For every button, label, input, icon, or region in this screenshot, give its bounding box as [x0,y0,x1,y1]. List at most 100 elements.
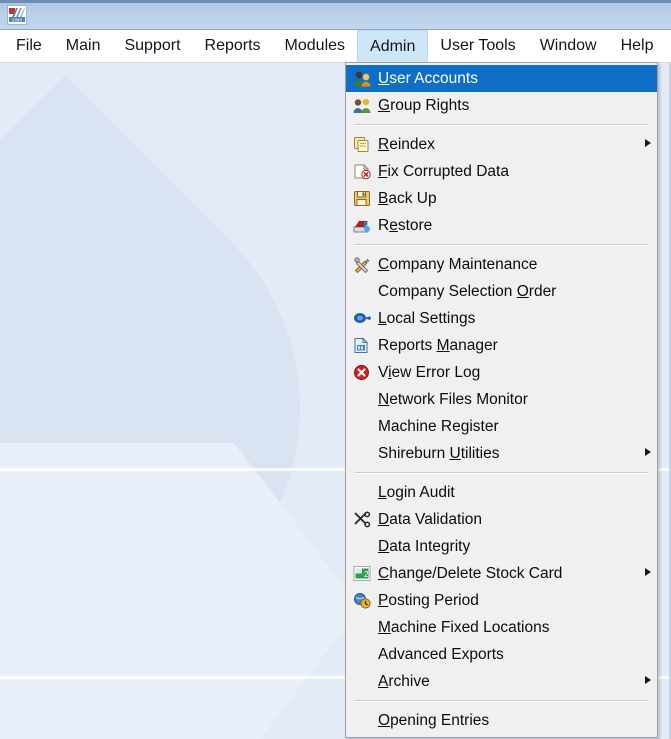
menu-item-label: Reports Manager [378,336,498,354]
menubar-item-window[interactable]: Window [528,30,609,62]
title-bar-top-edge [0,0,671,3]
submenu-chevron-right-icon [639,448,651,459]
menu-bar: File Main Support Reports Modules Admin … [0,30,671,63]
menu-item-label: User Accounts [378,69,478,87]
menubar-item-admin[interactable]: Admin [357,30,429,63]
error-log-icon [350,363,374,383]
menu-item-data-integrity[interactable]: Data Integrity [346,533,657,560]
menu-item-advanced-exports[interactable]: Advanced Exports [346,641,657,668]
menu-item-back-up[interactable]: Back Up [346,185,657,212]
menu-item-change-delete-stock-card[interactable]: 2 Change/Delete Stock Card [346,560,657,587]
application-window: SIMS File Main Support Reports Modules A… [0,0,671,739]
menu-item-archive[interactable]: Archive [346,668,657,695]
menubar-label: Admin [370,38,416,55]
menubar-label: Reports [204,37,261,54]
menu-item-group-rights[interactable]: Group Rights [346,92,657,119]
menu-separator [354,700,649,702]
menu-item-restore[interactable]: Restore [346,212,657,239]
none [350,417,374,437]
menu-item-machine-register[interactable]: Machine Register [346,413,657,440]
menu-item-company-maintenance[interactable]: Company Maintenance [346,251,657,278]
none [350,711,374,731]
menubar-label: Support [124,37,181,54]
menu-item-user-accounts[interactable]: User Accounts [346,65,657,92]
menubar-item-user-tools[interactable]: User Tools [428,30,527,62]
none [350,444,374,464]
group-rights-icon [350,96,374,116]
menu-item-label: Archive [378,672,430,690]
svg-text:2: 2 [364,570,369,579]
menu-separator [354,124,649,126]
submenu-chevron-right-icon [639,139,651,150]
reports-manager-icon [350,336,374,356]
menu-item-label: Login Audit [378,483,455,501]
none [350,282,374,302]
none [350,390,374,410]
data-validation-icon [350,510,374,530]
menubar-item-file[interactable]: File [4,30,54,62]
svg-text:SIMS: SIMS [12,17,22,22]
local-settings-icon [350,309,374,329]
menu-item-label: Restore [378,216,433,234]
menu-separator [354,472,649,474]
user-accounts-icon [350,69,374,89]
none [350,537,374,557]
menu-item-posting-period[interactable]: Posting Period [346,587,657,614]
menu-separator [354,244,649,246]
menu-item-view-error-log[interactable]: View Error Log [346,359,657,386]
fix-corrupted-data-icon [350,162,374,182]
menu-item-label: Shireburn Utilities [378,444,500,462]
menu-item-label: Posting Period [378,591,479,609]
menu-item-label: Group Rights [378,96,470,114]
menubar-label: Window [539,37,597,54]
submenu-chevron-right-icon [639,568,651,579]
menu-item-local-settings[interactable]: Local Settings [346,305,657,332]
admin-dropdown-menu: User Accounts Group Rights Reindex Fix Corr… [345,62,658,738]
menu-item-machine-fixed-locations[interactable]: Machine Fixed Locations [346,614,657,641]
sims-app-icon[interactable]: SIMS [7,5,27,25]
menu-item-shireburn-utilities[interactable]: Shireburn Utilities [346,440,657,467]
menu-item-label: Reindex [378,135,435,153]
menu-item-label: Network Files Monitor [378,390,528,408]
watermark-shape-secondary [0,443,360,739]
none [350,618,374,638]
none [350,645,374,665]
menubar-label: User Tools [440,37,516,54]
menubar-item-help[interactable]: Help [609,30,666,62]
menubar-item-reports[interactable]: Reports [193,30,273,62]
menu-item-reindex[interactable]: Reindex [346,131,657,158]
menu-item-opening-entries[interactable]: Opening Entries [346,707,657,734]
company-maintenance-icon [350,255,374,275]
menu-item-label: Company Maintenance [378,255,538,273]
menu-item-label: Data Integrity [378,537,471,555]
menu-item-label: Data Validation [378,510,482,528]
none [350,672,374,692]
change-delete-stock-card-icon: 2 [350,564,374,584]
menu-item-label: Company Selection Order [378,282,557,300]
menu-item-label: View Error Log [378,363,481,381]
menubar-item-main[interactable]: Main [54,30,113,62]
menu-item-login-audit[interactable]: Login Audit [346,479,657,506]
menu-item-reports-manager[interactable]: Reports Manager [346,332,657,359]
menubar-label: Help [620,37,654,54]
menu-item-label: Advanced Exports [378,645,504,663]
menu-item-network-files-monitor[interactable]: Network Files Monitor [346,386,657,413]
title-bar: SIMS [0,0,671,30]
menubar-label: Modules [284,37,346,54]
menubar-item-support[interactable]: Support [112,30,192,62]
menu-item-label: Opening Entries [378,711,490,729]
menu-item-fix-corrupted-data[interactable]: Fix Corrupted Data [346,158,657,185]
posting-period-icon [350,591,374,611]
menu-item-label: Change/Delete Stock Card [378,564,563,582]
menu-item-label: Fix Corrupted Data [378,162,509,180]
menu-item-data-validation[interactable]: Data Validation [346,506,657,533]
menu-item-label: Machine Register [378,417,499,435]
menu-item-label: Back Up [378,189,437,207]
restore-icon [350,216,374,236]
menubar-label: Main [65,37,101,54]
reindex-icon [350,135,374,155]
menu-item-company-selection-order[interactable]: Company Selection Order [346,278,657,305]
menu-item-label: Machine Fixed Locations [378,618,550,636]
submenu-chevron-right-icon [639,676,651,687]
menubar-item-modules[interactable]: Modules [273,30,357,62]
